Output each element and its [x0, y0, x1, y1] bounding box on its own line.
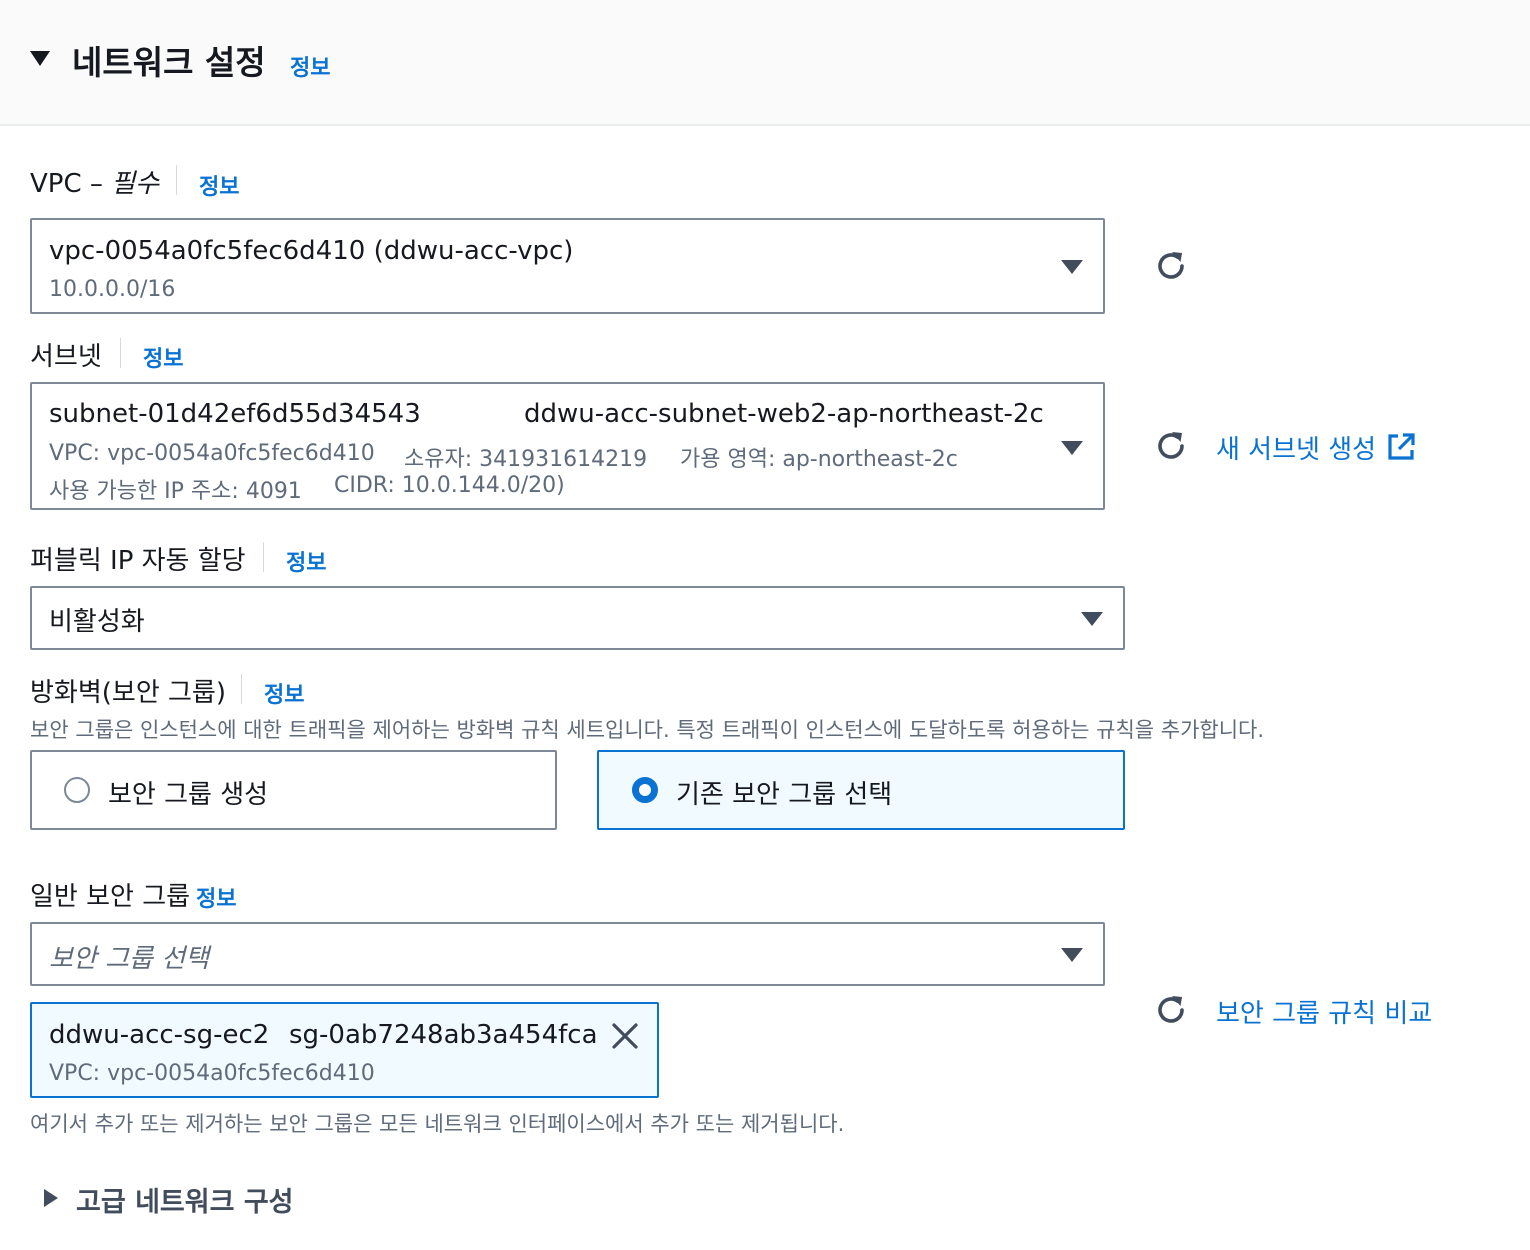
refresh-icon[interactable] [1153, 992, 1189, 1028]
caret-right-icon[interactable] [44, 1189, 58, 1207]
close-icon[interactable] [610, 1021, 640, 1051]
subnet-selected-id: subnet-01d42ef6d55d34543 [49, 399, 421, 429]
radio-create-label: 보안 그룹 생성 [108, 780, 269, 810]
section-title: 네트워크 설정 [72, 43, 266, 82]
caret-down-icon[interactable] [30, 51, 50, 66]
refresh-icon[interactable] [1153, 248, 1189, 284]
security-groups-label: 일반 보안 그룹 [30, 882, 191, 912]
subnet-label: 서브넷 [30, 342, 102, 372]
token-id: sg-0ab7248ab3a454fca [289, 1020, 598, 1050]
vpc-selected-cidr: 10.0.0.0/16 [49, 277, 176, 302]
public-ip-select[interactable]: 비활성화 [30, 586, 1125, 650]
divider [241, 674, 242, 704]
section-info-link[interactable]: 정보 [290, 50, 330, 82]
radio-existing-label: 기존 보안 그룹 선택 [676, 780, 893, 810]
subnet-detail-az: 가용 영역: ap-northeast-2c [680, 447, 958, 472]
radio-existing-security-group[interactable]: 기존 보안 그룹 선택 [597, 750, 1125, 830]
advanced-network-config-toggle[interactable]: 고급 네트워크 구성 [76, 1180, 294, 1219]
security-group-select[interactable]: 보안 그룹 선택 [30, 922, 1105, 986]
public-ip-label: 퍼블릭 IP 자동 할당 [30, 546, 246, 576]
chevron-down-icon [1061, 948, 1083, 962]
subnet-select[interactable]: subnet-01d42ef6d55d34543 ddwu-acc-subnet… [30, 382, 1105, 510]
external-link-icon[interactable] [1386, 432, 1416, 462]
refresh-icon[interactable] [1153, 428, 1189, 464]
public-ip-value: 비활성화 [49, 607, 145, 637]
subnet-detail-vpc: VPC: vpc-0054a0fc5fec6d410 [49, 441, 375, 466]
chevron-down-icon [1061, 441, 1083, 455]
subnet-detail-ip: 사용 가능한 IP 주소: 4091 [49, 479, 302, 504]
token-name: ddwu-acc-sg-ec2 [49, 1020, 270, 1050]
subnet-detail-cidr: CIDR: 10.0.144.0/20) [334, 473, 565, 498]
radio-button[interactable] [64, 777, 90, 803]
vpc-select[interactable]: vpc-0054a0fc5fec6d410 (ddwu-acc-vpc) 10.… [30, 218, 1105, 314]
subnet-selected-name: ddwu-acc-subnet-web2-ap-northeast-2c [524, 399, 1044, 429]
radio-button-selected[interactable] [632, 777, 658, 803]
section-header[interactable]: 네트워크 설정 정보 [0, 0, 1530, 126]
firewall-info-link[interactable]: 정보 [264, 677, 304, 709]
create-subnet-link[interactable]: 새 서브넷 생성 [1216, 429, 1376, 466]
divider [263, 542, 264, 572]
vpc-selected-name: vpc-0054a0fc5fec6d410 (ddwu-acc-vpc) [49, 236, 574, 266]
security-groups-info-link[interactable]: 정보 [196, 881, 236, 913]
vpc-label: VPC – 필수 [30, 163, 159, 200]
firewall-description: 보안 그룹은 인스턴스에 대한 트래픽을 제어하는 방화벽 규칙 세트입니다. … [30, 718, 1265, 742]
vpc-required-text: 필수 [111, 169, 159, 199]
divider [176, 165, 177, 195]
vpc-label-text: VPC – [30, 169, 112, 199]
subnet-detail-owner: 소유자: 341931614219 [404, 447, 648, 472]
public-ip-info-link[interactable]: 정보 [286, 545, 326, 577]
vpc-info-link[interactable]: 정보 [199, 169, 239, 201]
firewall-label: 방화벽(보안 그룹) [30, 678, 226, 708]
security-group-placeholder: 보안 그룹 선택 [49, 944, 210, 974]
chevron-down-icon [1081, 612, 1103, 626]
security-groups-footer: 여기서 추가 또는 제거하는 보안 그룹은 모든 네트워크 인터페이스에서 추가… [30, 1112, 845, 1136]
chevron-down-icon [1061, 260, 1083, 274]
security-group-token: ddwu-acc-sg-ec2 sg-0ab7248ab3a454fca VPC… [30, 1002, 659, 1098]
subnet-info-link[interactable]: 정보 [143, 341, 183, 373]
radio-create-security-group[interactable]: 보안 그룹 생성 [30, 750, 557, 830]
token-vpc: VPC: vpc-0054a0fc5fec6d410 [49, 1061, 375, 1086]
compare-rules-link[interactable]: 보안 그룹 규칙 비교 [1216, 993, 1432, 1030]
divider [120, 338, 121, 368]
